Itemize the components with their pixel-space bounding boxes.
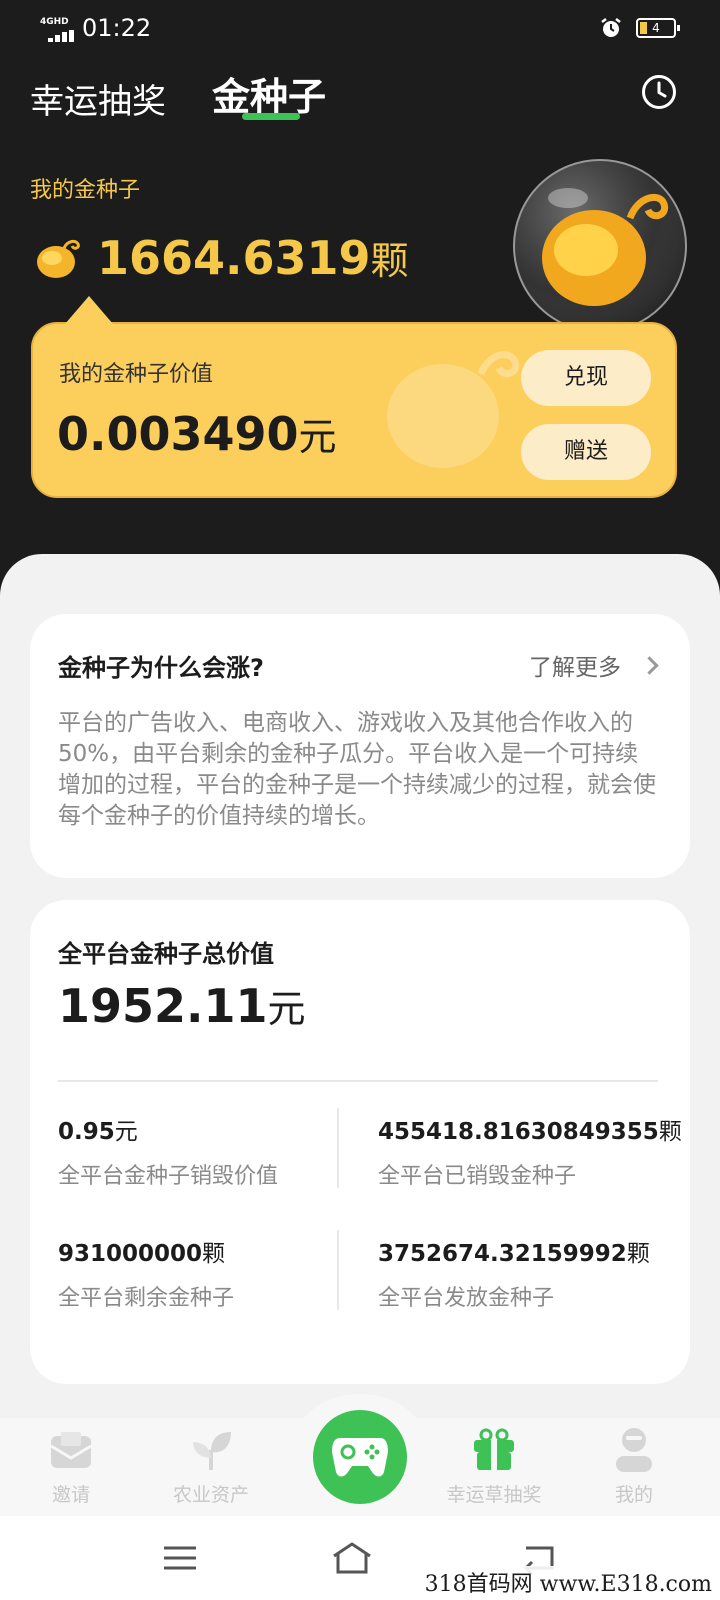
alarm-icon <box>601 18 621 37</box>
seed-value-card: 我的金种子价值 0.003490元 兑现 赠送 <box>31 296 677 498</box>
seed-balance-unit: 颗 <box>370 239 409 283</box>
platform-total-amount: 1952.11 <box>58 979 268 1033</box>
gamepad-icon <box>332 1438 388 1477</box>
platform-total-title: 全平台金种子总价值 <box>58 940 274 968</box>
nav-item-farm-assets[interactable]: 农业资产 <box>151 1426 271 1507</box>
game-center-button[interactable] <box>313 1410 407 1504</box>
gift-button[interactable]: 赠送 <box>521 424 651 480</box>
seed-balance-value: 1664.6319 <box>97 231 371 285</box>
seed-value-amount: 0.003490 <box>57 407 299 461</box>
watermark-text: 318首码网 www.E318.com <box>424 1566 712 1598</box>
stat-value: 0.95 <box>58 1119 115 1145</box>
stat-value: 931000000 <box>58 1241 203 1267</box>
stat-unit: 颗 <box>658 1119 682 1145</box>
why-rise-card: 金种子为什么会涨? 了解更多 平台的广告收入、电商收入、游戏收入及其他合作收入的… <box>30 614 690 878</box>
cash-out-button[interactable]: 兑现 <box>521 350 651 406</box>
stat-value: 3752674.32159992 <box>378 1241 627 1267</box>
battery-icon: 4 <box>636 18 680 38</box>
why-rise-title: 金种子为什么会涨? <box>58 654 264 682</box>
menu-icon[interactable] <box>158 1540 202 1576</box>
nav-label: 幸运草抽奖 <box>446 1484 542 1506</box>
stat-label: 全平台发放金种子 <box>378 1286 555 1311</box>
history-clock-icon[interactable] <box>641 74 677 110</box>
stat-unit: 元 <box>114 1119 138 1145</box>
nav-item-lucky-clover[interactable]: 幸运草抽奖 <box>434 1426 554 1507</box>
chevron-right-icon <box>640 656 659 675</box>
clock: 01:22 <box>82 14 152 42</box>
nav-item-mine[interactable]: 我的 <box>574 1426 694 1507</box>
nav-item-invite[interactable]: 邀请 <box>11 1426 131 1507</box>
stat-destroyed-seeds: 455418.81630849355颗 全平台已销毁金种子 <box>378 1112 682 1190</box>
divider <box>58 1080 658 1082</box>
profile-icon <box>616 1428 652 1472</box>
platform-total-unit: 元 <box>267 987 306 1031</box>
learn-more-label: 了解更多 <box>529 655 621 681</box>
status-bar: 4GHD 01:22 4 <box>40 12 680 44</box>
nav-label: 我的 <box>614 1484 653 1506</box>
stat-separator <box>337 1108 339 1188</box>
tab-lucky-draw[interactable]: 幸运抽奖 <box>30 74 166 123</box>
stat-label: 全平台已销毁金种子 <box>378 1164 577 1189</box>
golden-seed-orb-icon <box>513 159 687 333</box>
golden-seed-icon <box>37 239 80 278</box>
stat-label: 全平台剩余金种子 <box>58 1286 235 1311</box>
stat-remaining-seeds: 931000000颗 全平台剩余金种子 <box>58 1234 234 1312</box>
active-tab-indicator <box>242 113 300 120</box>
envelope-icon <box>50 1432 92 1468</box>
seed-value-label: 我的金种子价值 <box>59 362 214 387</box>
gift-icon <box>474 1428 514 1470</box>
card-pointer <box>65 296 113 324</box>
learn-more-link[interactable]: 了解更多 <box>529 648 659 682</box>
nav-label: 邀请 <box>51 1484 90 1506</box>
stat-destroyed-value: 0.95元 全平台金种子销毁价值 <box>58 1112 278 1190</box>
seed-balance: 1664.6319颗 <box>97 230 409 285</box>
seed-value: 0.003490元 <box>57 406 337 461</box>
sprout-icon <box>193 1432 231 1470</box>
home-icon[interactable] <box>330 1540 374 1576</box>
stat-label: 全平台金种子销毁价值 <box>58 1164 279 1189</box>
my-seeds-label: 我的金种子 <box>30 178 141 203</box>
stat-issued-seeds: 3752674.32159992颗 全平台发放金种子 <box>378 1234 650 1312</box>
seed-value-unit: 元 <box>298 415 337 459</box>
network-type: 4GHD <box>40 17 69 27</box>
seed-watermark-icon <box>387 351 520 468</box>
signal-icon <box>40 30 74 42</box>
stat-separator <box>337 1230 339 1310</box>
stat-value: 455418.81630849355 <box>378 1119 659 1145</box>
nav-label: 农业资产 <box>172 1484 249 1506</box>
stat-unit: 颗 <box>626 1241 650 1267</box>
stat-unit: 颗 <box>202 1241 226 1267</box>
platform-total-card: 全平台金种子总价值 1952.11元 0.95元 全平台金种子销毁价值 4554… <box>30 900 690 1384</box>
platform-total-value: 1952.11元 <box>58 978 306 1033</box>
why-rise-description: 平台的广告收入、电商收入、游戏收入及其他合作收入的50%，由平台剩余的金种子瓜分… <box>58 710 656 829</box>
